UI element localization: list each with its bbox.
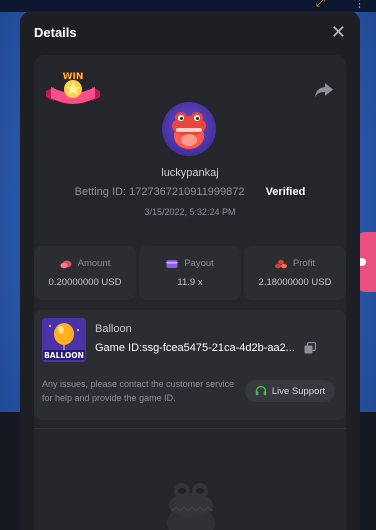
verified-badge: Verified bbox=[265, 186, 306, 198]
game-id-label: Game ID: bbox=[95, 342, 143, 354]
stat-card-amount: Amount 0.20000000 USD bbox=[34, 246, 136, 300]
expand-icon: ⤢ bbox=[316, 0, 325, 9]
game-id-row: Game ID:ssg-fcea5475-21ca-4d2b-aa2... bbox=[95, 342, 295, 354]
close-button[interactable]: ✕ bbox=[331, 23, 346, 41]
modal-title: Details bbox=[34, 24, 77, 40]
stat-label: Profit bbox=[292, 258, 316, 269]
live-support-label: Live Support bbox=[271, 385, 326, 397]
headset-icon bbox=[255, 385, 267, 396]
game-id-value: ssg-fcea5475-21ca-4d2b-aa2... bbox=[142, 342, 295, 354]
win-badge-icon: WIN bbox=[46, 72, 100, 104]
bet-timestamp: 3/15/2022, 5:32:24 PM bbox=[144, 207, 236, 217]
username: luckypankaj bbox=[161, 167, 219, 179]
share-icon[interactable] bbox=[314, 81, 334, 99]
stack-icon bbox=[274, 259, 287, 268]
more-icon: ⋮ bbox=[354, 0, 365, 10]
modal-header: Details ✕ bbox=[20, 11, 360, 53]
game-thumbnail[interactable]: BALLOON bbox=[42, 318, 86, 362]
stat-label: Payout bbox=[184, 258, 214, 269]
details-modal: Details ✕ WIN luckypankaj Betting ID: 17… bbox=[20, 11, 360, 530]
betting-id-value: 1727367210911999872 bbox=[129, 186, 245, 198]
divider bbox=[34, 428, 346, 429]
balloon-thumbnail-text: BALLOON bbox=[44, 351, 84, 360]
game-name: Balloon bbox=[95, 323, 132, 335]
support-text: Any issues, please contact the customer … bbox=[42, 379, 235, 403]
stat-label: Amount bbox=[77, 258, 111, 269]
crocodile-avatar-icon bbox=[172, 112, 206, 149]
win-badge-text: WIN bbox=[63, 72, 84, 82]
stat-value: 11.9 x bbox=[177, 277, 203, 288]
copy-icon[interactable] bbox=[304, 342, 316, 354]
stat-card-profit: Profit 2.18000000 USD bbox=[244, 246, 346, 300]
live-support-button[interactable]: Live Support bbox=[245, 380, 335, 402]
stat-value: 0.20000000 USD bbox=[48, 277, 122, 288]
crocodile-mascot-icon bbox=[167, 483, 215, 530]
bet-details-panel: WIN luckypankaj Betting ID: 172736721091… bbox=[34, 55, 346, 530]
stat-card-payout: Payout 11.9 x bbox=[139, 246, 241, 300]
coins-icon bbox=[60, 260, 72, 268]
balloon-thumbnail-icon: BALLOON bbox=[42, 318, 86, 362]
stat-value: 2.18000000 USD bbox=[258, 277, 332, 288]
card-icon bbox=[166, 259, 178, 268]
game-info-card: BALLOON Balloon Game ID:ssg-fcea5475-21c… bbox=[34, 310, 346, 420]
avatar bbox=[162, 102, 216, 156]
stats-row: Amount 0.20000000 USD Payout 11.9 x Prof… bbox=[34, 246, 346, 300]
betting-id-label: Betting ID: bbox=[74, 186, 127, 198]
betting-id-row: Betting ID: 1727367210911999872 Verified bbox=[34, 186, 346, 198]
